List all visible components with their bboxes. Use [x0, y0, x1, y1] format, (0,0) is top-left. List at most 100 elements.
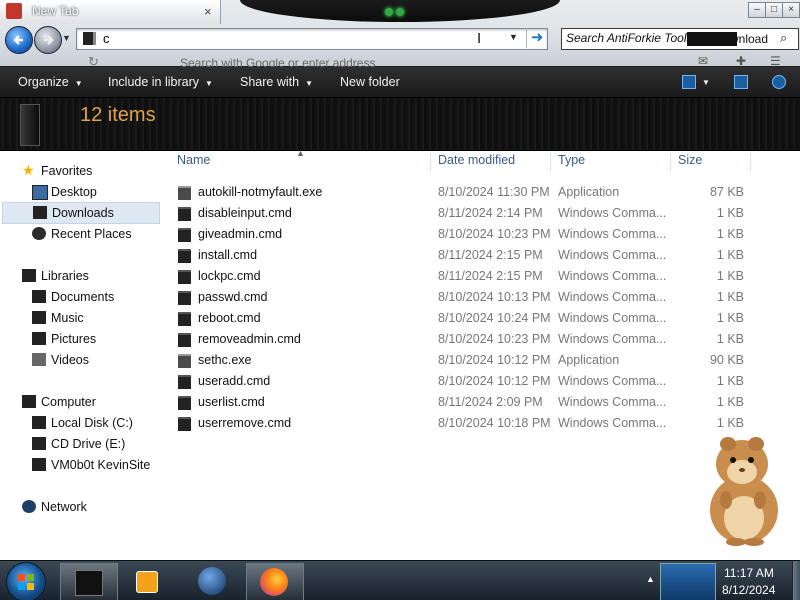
nav-network[interactable]: Network — [4, 497, 160, 517]
tab-strip: New Tab × – □ × — [0, 0, 800, 24]
folder-device-icon — [20, 104, 40, 146]
file-row[interactable]: passwd.cmd 8/10/2024 10:13 PM Windows Comm… — [172, 287, 772, 308]
downloads-icon — [33, 206, 47, 219]
file-row[interactable]: disableinput.cmd 8/11/2024 2:14 PM Windows… — [172, 203, 772, 224]
file-name: removeadmin.cmd — [198, 332, 301, 346]
extension-icon[interactable]: ✚ — [736, 54, 746, 68]
tab-close-button[interactable]: × — [204, 4, 212, 19]
firefox-icon — [260, 568, 288, 596]
clock-date[interactable]: 8/12/2024 — [722, 583, 775, 597]
start-button[interactable] — [6, 562, 46, 600]
column-divider[interactable] — [670, 153, 671, 171]
view-options-icon[interactable] — [682, 75, 696, 89]
file-type: Windows Comma... — [558, 248, 666, 262]
file-row[interactable]: autokill-notmyfault.exe 8/10/2024 11:30 P… — [172, 182, 772, 203]
file-row[interactable]: reboot.cmd 8/10/2024 10:24 PM Windows Comm… — [172, 308, 772, 329]
taskbar-explorer[interactable] — [60, 563, 118, 600]
preview-pane-icon[interactable] — [734, 75, 748, 89]
show-desktop-button[interactable] — [792, 561, 800, 600]
help-icon[interactable] — [772, 75, 786, 89]
nav-desktop[interactable]: Desktop — [4, 182, 160, 202]
recent-places-icon — [32, 227, 46, 240]
column-date-modified[interactable]: Date modified — [438, 153, 515, 175]
back-button[interactable] — [5, 26, 33, 54]
forward-arrow-icon — [44, 35, 54, 45]
nav-cd-drive[interactable]: CD Drive (E:) — [4, 434, 160, 454]
file-date-modified: 8/11/2024 2:15 PM — [438, 269, 543, 283]
nav-label: Pictures — [51, 332, 97, 346]
file-row[interactable]: userremove.cmd 8/10/2024 10:18 PM Windows … — [172, 413, 772, 434]
address-bar[interactable]: c Ⅰ ▼ ➜ — [76, 28, 548, 50]
nav-label: Music — [51, 311, 84, 325]
hamster-mascot-image — [710, 437, 778, 546]
file-name: reboot.cmd — [198, 311, 261, 325]
file-row[interactable]: userlist.cmd 8/11/2024 2:09 PM Windows Com… — [172, 392, 772, 413]
file-row[interactable]: lockpc.cmd 8/11/2024 2:15 PM Windows Comma… — [172, 266, 772, 287]
nav-libraries[interactable]: Libraries — [4, 266, 160, 286]
organize-menu[interactable]: Organize ▼ — [18, 75, 83, 89]
taskbar: ▲ 11:17 AM 8/12/2024 — [0, 560, 800, 600]
file-row[interactable]: install.cmd 8/11/2024 2:15 PM Windows Comm… — [172, 245, 772, 266]
history-dropdown-icon[interactable]: ▼ — [62, 33, 71, 43]
tray-expand-icon[interactable]: ▲ — [646, 574, 655, 584]
pictures-icon — [32, 332, 46, 345]
maximize-button[interactable]: □ — [765, 2, 783, 18]
column-divider[interactable] — [550, 153, 551, 171]
column-type[interactable]: Type — [558, 153, 585, 175]
file-row[interactable]: sethc.exe 8/10/2024 10:12 PM Application 90… — [172, 350, 772, 371]
column-divider[interactable] — [430, 153, 431, 171]
media-player-icon — [136, 571, 158, 593]
file-row[interactable]: giveadmin.cmd 8/10/2024 10:23 PM Windows C… — [172, 224, 772, 245]
close-button[interactable]: × — [782, 2, 800, 18]
tab-favicon-icon — [6, 3, 22, 19]
nav-vm-share[interactable]: VM0b0t KevinSite — [4, 455, 160, 475]
nav-label: Local Disk (C:) — [51, 416, 133, 430]
file-name: autokill-notmyfault.exe — [198, 185, 323, 199]
file-type: Windows Comma... — [558, 374, 666, 388]
file-size: 1 KB — [716, 206, 744, 220]
nav-recent-places[interactable]: Recent Places — [4, 224, 160, 244]
address-dropdown-icon[interactable]: ▼ — [509, 32, 518, 42]
taskbar-firefox[interactable] — [246, 563, 304, 600]
include-in-library-menu[interactable]: Include in library ▼ — [108, 75, 213, 89]
nav-computer[interactable]: Computer — [4, 392, 160, 412]
column-name[interactable]: Name — [177, 153, 210, 175]
file-row[interactable]: useradd.cmd 8/10/2024 10:12 PM Windows Com… — [172, 371, 772, 392]
file-date-modified: 8/10/2024 10:23 PM — [438, 332, 551, 346]
tray-network-icon[interactable] — [660, 563, 716, 600]
search-icon[interactable]: ⌕ — [780, 30, 787, 46]
new-folder-button[interactable]: New folder — [340, 75, 400, 89]
file-size: 1 KB — [716, 332, 744, 346]
taskbar-media-player[interactable] — [120, 563, 176, 599]
nav-documents[interactable]: Documents — [4, 287, 160, 307]
file-date-modified: 8/11/2024 2:15 PM — [438, 248, 543, 262]
taskbar-globe[interactable] — [186, 563, 242, 599]
nav-pictures[interactable]: Pictures — [4, 329, 160, 349]
nav-label: Desktop — [51, 185, 97, 199]
file-size: 1 KB — [716, 248, 744, 262]
nav-favorites[interactable]: ★ Favorites — [4, 161, 160, 181]
nav-downloads[interactable]: Downloads — [2, 202, 160, 224]
search-box[interactable]: Search AntiForkie Tools wnload ⌕ — [561, 28, 799, 50]
bookmark-icon[interactable]: ✉ — [698, 54, 708, 68]
file-row[interactable]: removeadmin.cmd 8/10/2024 10:23 PM Windows… — [172, 329, 772, 350]
nav-local-disk[interactable]: Local Disk (C:) — [4, 413, 160, 433]
file-name: passwd.cmd — [198, 290, 268, 304]
nav-videos[interactable]: Videos — [4, 350, 160, 370]
menu-icon[interactable]: ☰ — [770, 54, 781, 68]
view-dropdown-icon[interactable]: ▼ — [702, 78, 710, 87]
nav-music[interactable]: Music — [4, 308, 160, 328]
forward-button[interactable] — [34, 26, 62, 54]
address-input[interactable]: c — [103, 31, 110, 46]
command-file-icon — [178, 417, 191, 431]
minimize-button[interactable]: – — [748, 2, 766, 18]
application-file-icon — [178, 186, 191, 200]
go-button[interactable]: ➜ — [526, 28, 547, 48]
navigation-pane: ★ Favorites Desktop Downloads Recent Pla… — [0, 151, 160, 560]
tab-new-tab[interactable]: New Tab × — [0, 0, 221, 24]
nav-label: VM0b0t KevinSite — [51, 458, 151, 472]
share-with-menu[interactable]: Share with ▼ — [240, 75, 313, 89]
column-size[interactable]: Size — [678, 153, 702, 175]
column-divider[interactable] — [750, 153, 751, 171]
clock-time[interactable]: 11:17 AM — [724, 566, 774, 580]
